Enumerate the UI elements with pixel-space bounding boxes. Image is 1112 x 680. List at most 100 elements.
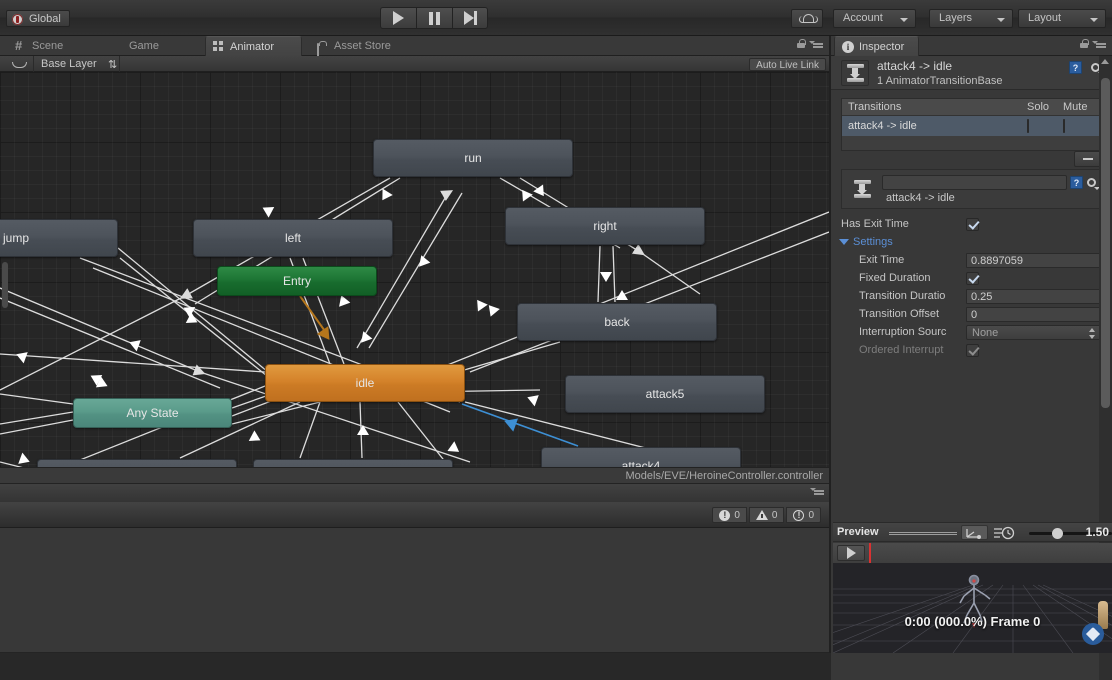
transitions-list: Transitions Solo Mute attack4 -> idle (841, 98, 1102, 151)
graph-vertical-scrollbar[interactable] (2, 262, 8, 308)
settings-foldout[interactable]: Settings (831, 233, 1112, 251)
base-layer-label[interactable]: Base Layer (41, 58, 97, 70)
ordered-interruption-checkbox[interactable] (966, 343, 979, 357)
has-exit-time-label: Has Exit Time (841, 218, 909, 230)
transition-row[interactable]: attack4 -> idle (842, 116, 1101, 136)
tab-asset-store-label: Asset Store (334, 40, 391, 52)
state-node-back[interactable]: back (517, 303, 717, 341)
playback-controls (380, 7, 488, 29)
transition-offset-row: Transition Offset 0 (831, 305, 1112, 323)
animator-state-graph[interactable]: run jump left right Entry back idle atta… (0, 72, 829, 483)
has-exit-time-checkbox[interactable] (966, 217, 979, 231)
pivot-global-toggle[interactable]: Global (6, 10, 70, 27)
state-node-right[interactable]: right (505, 207, 705, 245)
lock-icon[interactable] (797, 39, 806, 48)
step-icon (463, 11, 477, 25)
state-node-jump[interactable]: jump (0, 219, 118, 257)
help-icon[interactable]: ? (1069, 61, 1082, 74)
pause-icon (429, 11, 440, 25)
interruption-source-dropdown[interactable]: None (966, 324, 1102, 340)
console-log-pane[interactable] (0, 528, 829, 653)
help-icon[interactable]: ? (1070, 176, 1083, 189)
preview-playhead[interactable] (869, 543, 871, 563)
animator-options-icon[interactable] (810, 486, 824, 495)
state-label: attack5 (645, 387, 685, 401)
preview-playback-bar[interactable] (833, 543, 1112, 563)
transition-duration-field[interactable]: 0.25 (966, 288, 1102, 304)
preview-speed-knob[interactable] (1052, 528, 1063, 539)
error-count-label: 0 (734, 509, 740, 521)
preview-viewport[interactable]: 0:00 (000.0%) Frame 0 (833, 563, 1112, 653)
exit-time-label: Exit Time (859, 254, 905, 266)
state-node-left[interactable]: left (193, 219, 393, 257)
state-node-any-state[interactable]: Any State (73, 398, 232, 428)
auto-live-link-button[interactable]: Auto Live Link (749, 58, 826, 71)
gear-icon[interactable] (1085, 176, 1100, 190)
play-button[interactable] (380, 7, 416, 29)
chevron-down-icon (1090, 18, 1098, 22)
global-icon (12, 14, 23, 25)
account-dropdown[interactable]: Account (833, 9, 916, 28)
playback-speed-icon[interactable] (993, 526, 1017, 540)
pivot-axis-icon[interactable] (961, 525, 988, 540)
exit-time-field[interactable]: 0.8897059 (966, 252, 1102, 268)
error-icon: ! (719, 509, 731, 521)
transition-offset-field[interactable]: 0 (966, 306, 1102, 322)
tab-asset-store[interactable]: Asset Store (310, 36, 415, 57)
store-icon (317, 40, 329, 57)
layout-dropdown[interactable]: Layout (1018, 9, 1106, 28)
transition-asset-icon (850, 176, 874, 202)
layer-updown-icon[interactable]: ⇅ (108, 58, 117, 71)
left-dock-tabbar: # Scene Game Animator Asset Store (0, 36, 829, 57)
avatar-tag-icon[interactable] (1082, 623, 1104, 645)
ordered-interruption-row: Ordered Interrupt (831, 341, 1112, 359)
fixed-duration-checkbox[interactable] (966, 271, 979, 285)
tab-game[interactable]: Game (105, 36, 185, 56)
lock-icon[interactable] (1080, 39, 1089, 48)
tab-inspector[interactable]: i Inspector (834, 36, 920, 56)
transition-name-input[interactable] (882, 175, 1067, 190)
collab-cloud-button[interactable] (791, 9, 823, 28)
transitions-col-name: Transitions (848, 101, 902, 113)
animator-layer-bar: Base Layer ⇅ Auto Live Link (0, 56, 829, 72)
pause-button[interactable] (416, 7, 452, 29)
ordered-interruption-label: Ordered Interrupt (859, 344, 944, 356)
entry-transition (299, 295, 328, 335)
state-node-run[interactable]: run (373, 139, 573, 177)
tab-menu-icon[interactable] (1092, 39, 1106, 48)
state-label: run (464, 151, 482, 165)
tab-inspector-label: Inspector (859, 41, 905, 53)
preview-time-readout: 0:00 (000.0%) Frame 0 (904, 614, 1041, 629)
right-dock-tabbar: i Inspector (831, 36, 1112, 56)
left-dock-tab-options (797, 39, 823, 48)
solo-checkbox[interactable] (1027, 119, 1029, 133)
state-node-entry[interactable]: Entry (217, 266, 377, 296)
tab-scene[interactable]: # Scene (8, 36, 98, 56)
step-button[interactable] (452, 7, 488, 29)
tab-menu-icon[interactable] (809, 39, 823, 48)
state-node-attack5[interactable]: attack5 (565, 375, 765, 413)
state-node-idle[interactable]: idle (265, 364, 465, 402)
transition-row-name: attack4 -> idle (848, 120, 917, 132)
selected-transition-edge (461, 403, 579, 447)
fixed-duration-label: Fixed Duration (859, 272, 931, 284)
animator-window: Base Layer ⇅ Auto Live Link run jump lef… (0, 56, 829, 502)
preview-play-button[interactable] (837, 545, 865, 561)
transition-duration-label: Transition Duratio (859, 290, 946, 302)
scroll-up-icon[interactable] (1101, 59, 1109, 64)
remove-transition-button[interactable] (1074, 151, 1102, 167)
play-icon (393, 11, 404, 25)
tab-animator[interactable]: Animator (205, 36, 302, 56)
warning-counter[interactable]: 0 (748, 507, 785, 523)
preview-label: Preview (837, 526, 879, 538)
transitions-col-solo: Solo (1027, 101, 1050, 113)
layers-dropdown[interactable]: Layers (929, 9, 1013, 28)
warning-count-label: 0 (771, 509, 778, 521)
inspector-title: attack4 -> idle (877, 59, 953, 73)
chevron-down-icon (839, 239, 849, 245)
mute-checkbox[interactable] (1063, 119, 1065, 133)
error-counter[interactable]: ! 0 (712, 507, 747, 523)
info-counter[interactable]: ! 0 (786, 507, 821, 523)
preview-toolbar: Preview 1.50 (833, 522, 1112, 542)
has-exit-time-row: Has Exit Time (831, 215, 1112, 233)
